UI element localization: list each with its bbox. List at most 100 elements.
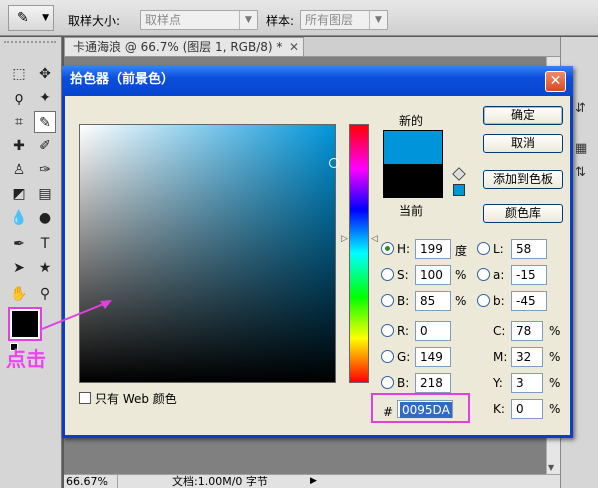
document-tab-bar (304, 37, 560, 57)
eyedropper-icon: ✎ (17, 10, 29, 26)
healing-brush-tool-icon[interactable]: ✚ (8, 135, 30, 157)
web-safe-color-swatch[interactable] (453, 184, 465, 196)
hue-slider-left-arrow-icon[interactable]: ▷ (341, 234, 348, 244)
new-color-swatch (383, 130, 443, 164)
ok-button[interactable]: 确定 (483, 106, 563, 125)
cyan-label: C: (493, 324, 506, 338)
panel-layers-icon[interactable]: ▦ (575, 141, 587, 156)
status-menu-arrow-icon[interactable]: ▶ (310, 475, 317, 488)
sample-value: 所有图层 (305, 13, 354, 27)
type-tool-icon[interactable]: T (34, 233, 56, 255)
dialog-title-bar[interactable]: 拾色器（前景色） (62, 66, 573, 96)
document-tab-title: 卡通海浪 @ 66.7% (图层 1, RGB/8) * (73, 40, 283, 54)
pen-tool-icon[interactable]: ✒ (8, 233, 30, 255)
toolbox-grip[interactable] (4, 41, 56, 47)
lasso-tool-icon[interactable]: ϙ (8, 87, 30, 109)
color-libraries-button[interactable]: 颜色库 (483, 204, 563, 223)
eraser-tool-icon[interactable]: ◩ (8, 183, 30, 205)
radio-hue[interactable] (381, 242, 394, 255)
hex-label: # (383, 405, 394, 419)
chevron-down-icon: ▼ (369, 11, 387, 29)
path-selection-tool-icon[interactable]: ➤ (8, 257, 30, 279)
hex-value: 0095DA (400, 402, 452, 418)
dialog-title: 拾色器（前景色） (70, 72, 175, 87)
hue-field[interactable]: 199 (415, 239, 451, 259)
scroll-down-icon[interactable]: ▼ (548, 463, 554, 472)
radio-lab-a[interactable] (477, 268, 490, 281)
marquee-tool-icon[interactable]: ⬚ (8, 63, 30, 85)
hue-slider[interactable] (349, 124, 369, 383)
magenta-field[interactable]: 32 (511, 347, 543, 367)
sample-size-select[interactable]: 取样点 ▼ (140, 10, 258, 30)
hue-unit: 度 (455, 244, 468, 258)
panel-adjust-icon[interactable]: ⇅ (575, 165, 586, 180)
move-tool-icon[interactable]: ✥ (34, 63, 56, 85)
hand-tool-icon[interactable]: ✋ (8, 283, 30, 305)
radio-blue[interactable] (381, 376, 394, 389)
black-unit: % (549, 402, 561, 416)
lab-b-field[interactable]: -45 (511, 291, 547, 311)
radio-lab-l[interactable] (477, 242, 490, 255)
chevron-down-icon: ▼ (42, 13, 49, 23)
saturation-field[interactable]: 100 (415, 265, 451, 285)
foreground-color-swatch[interactable] (8, 307, 42, 341)
new-color-label: 新的 (399, 114, 424, 128)
black-field[interactable]: 0 (511, 399, 543, 419)
clone-stamp-tool-icon[interactable]: ♙ (8, 159, 30, 181)
add-to-swatches-button[interactable]: 添加到色板 (483, 170, 563, 189)
chevron-down-icon: ▼ (239, 11, 257, 29)
zoom-level[interactable]: 66.67% (66, 475, 118, 488)
radio-brightness[interactable] (381, 294, 394, 307)
brightness-field[interactable]: 85 (415, 291, 451, 311)
yellow-field[interactable]: 3 (511, 373, 543, 393)
radio-red[interactable] (381, 324, 394, 337)
color-picker-dialog: 拾色器（前景色） ✕ ▷ ◁ 只有 Web 颜色 新的 当前 确定 取消 添加到… (62, 66, 573, 438)
magic-wand-tool-icon[interactable]: ✦ (34, 87, 56, 109)
color-selection-marker[interactable] (329, 158, 339, 168)
lab-l-field[interactable]: 58 (511, 239, 547, 259)
blue-field[interactable]: 218 (415, 373, 451, 393)
blur-tool-icon[interactable]: 💧 (8, 207, 30, 229)
yellow-unit: % (549, 376, 561, 390)
current-color-swatch[interactable] (383, 164, 443, 198)
close-icon[interactable]: ✕ (545, 71, 566, 92)
radio-saturation[interactable] (381, 268, 394, 281)
green-field[interactable]: 149 (415, 347, 451, 367)
panel-channels-icon[interactable]: ⇵ (575, 101, 586, 116)
black-label: K: (493, 402, 505, 416)
web-colors-checkbox[interactable] (79, 392, 91, 404)
blue-label: B: (397, 376, 410, 390)
document-tab[interactable]: 卡通海浪 @ 66.7% (图层 1, RGB/8) * ✕ (64, 37, 304, 57)
web-safe-cube-icon[interactable] (452, 167, 466, 181)
hue-slider-right-arrow-icon[interactable]: ◁ (371, 234, 378, 244)
document-info: 文档:1.00M/0 字节 (172, 475, 268, 488)
history-brush-tool-icon[interactable]: ✑ (34, 159, 56, 181)
brightness-unit: % (455, 294, 467, 308)
close-icon[interactable]: ✕ (289, 38, 299, 56)
cyan-unit: % (549, 324, 561, 338)
saturation-label: S: (397, 268, 409, 282)
tool-preset-picker[interactable]: ✎ ▼ (8, 5, 54, 31)
red-field[interactable]: 0 (415, 321, 451, 341)
sample-size-value: 取样点 (145, 13, 182, 27)
cyan-field[interactable]: 78 (511, 321, 543, 341)
cancel-button[interactable]: 取消 (483, 134, 563, 153)
saturation-brightness-field[interactable] (79, 124, 336, 383)
annotation-arrow-icon (41, 300, 112, 330)
shape-tool-icon[interactable]: ★ (34, 257, 56, 279)
radio-green[interactable] (381, 350, 394, 363)
gradient-tool-icon[interactable]: ▤ (34, 183, 56, 205)
crop-tool-icon[interactable]: ⌗ (8, 111, 30, 133)
saturation-unit: % (455, 268, 467, 282)
eyedropper-tool-icon[interactable]: ✎ (34, 111, 56, 133)
brush-tool-icon[interactable]: ✐ (34, 135, 56, 157)
lab-a-field[interactable]: -15 (511, 265, 547, 285)
magenta-unit: % (549, 350, 561, 364)
hex-field[interactable]: 0095DA (397, 400, 453, 418)
dodge-tool-icon[interactable]: ● (34, 207, 56, 229)
options-bar: ✎ ▼ 取样大小: 取样点 ▼ 样本: 所有图层 ▼ (0, 0, 598, 36)
web-colors-label: 只有 Web 颜色 (95, 392, 177, 406)
sample-select[interactable]: 所有图层 ▼ (300, 10, 388, 30)
radio-lab-b[interactable] (477, 294, 490, 307)
brightness-label: B: (397, 294, 410, 308)
